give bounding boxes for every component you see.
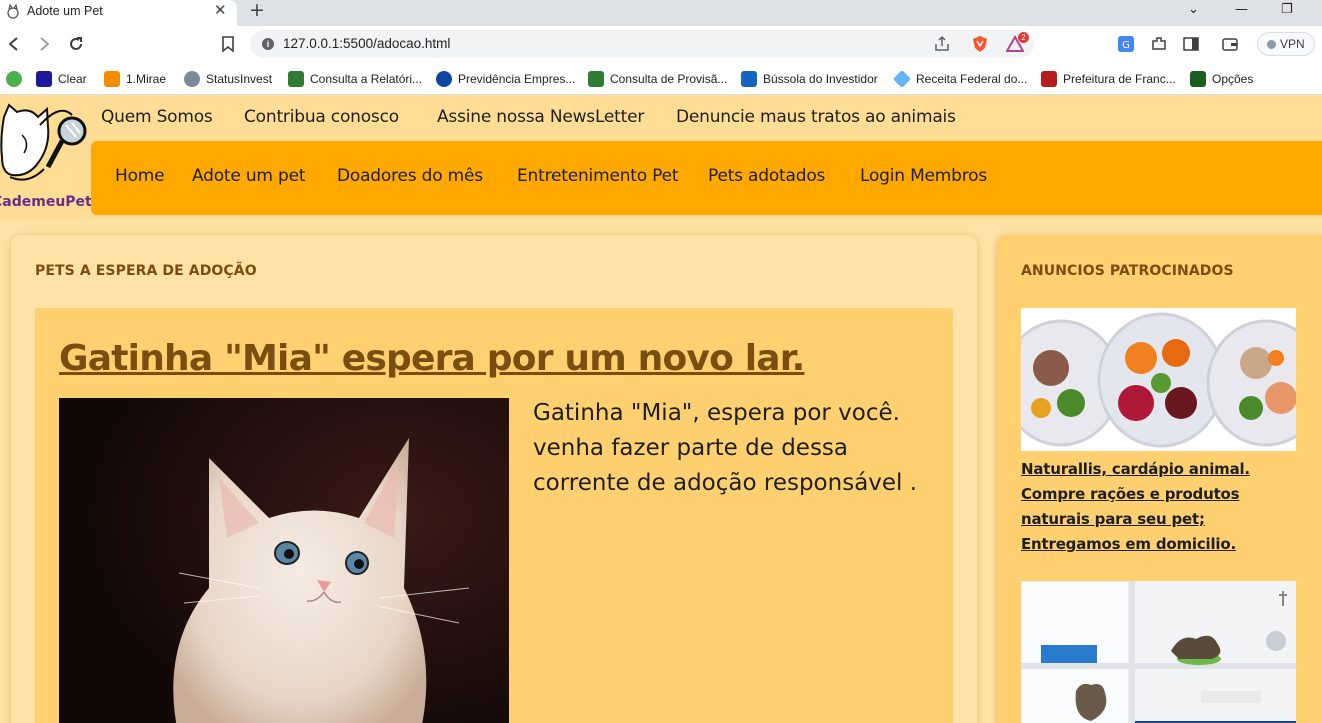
bookmark-label: Receita Federal do...: [916, 72, 1028, 86]
cat-detective-logo-icon: [0, 103, 87, 181]
v-green-icon: [6, 71, 22, 87]
bookmark-item[interactable]: Previdência Empres...: [436, 70, 575, 88]
browser-tab-bar: Adote um Pet ✕ + ⌄ — ❐: [0, 0, 1322, 26]
site-logo[interactable]: CademeuPet: [0, 95, 92, 219]
new-tab-button[interactable]: +: [249, 0, 265, 21]
nav-login[interactable]: Login Membros: [860, 166, 987, 186]
bookmark-label: Prefeitura de Franc...: [1063, 72, 1176, 86]
forward-icon[interactable]: [34, 34, 54, 54]
pet-favicon-icon: [7, 4, 19, 19]
b-icon: [741, 71, 757, 87]
minimize-button[interactable]: —: [1235, 2, 1248, 17]
site-info-icon[interactable]: i: [262, 38, 274, 50]
post-description: Gatinha "Mia", espera por você. venha fa…: [533, 400, 918, 496]
reload-icon[interactable]: [66, 34, 86, 54]
nav-denuncie[interactable]: Denuncie maus tratos ao animais: [676, 107, 956, 127]
clear-icon: [36, 71, 52, 87]
nav-entretenimento[interactable]: Entretenimento Pet: [517, 166, 679, 186]
kitten-image-icon: [59, 398, 509, 723]
diamond-icon: [892, 69, 912, 89]
nav-adote[interactable]: Adote um pet: [192, 166, 306, 186]
rewards-badge: 2: [1018, 32, 1029, 43]
nav-quem-somos[interactable]: Quem Somos: [101, 107, 213, 127]
bookmark-item[interactable]: 1.Mirae: [104, 70, 166, 88]
browser-tab[interactable]: Adote um Pet ✕: [0, 0, 237, 26]
adoption-section: PETS A ESPERA DE ADOÇÃO Gatinha "Mia" es…: [11, 235, 977, 723]
gov-icon: [588, 71, 604, 87]
bookmark-label: 1.Mirae: [126, 72, 167, 86]
kitten-photo: [59, 398, 509, 723]
cat-house-ad-image[interactable]: [1021, 581, 1296, 723]
logo-text: CademeuPet: [0, 194, 92, 210]
extensions-icon[interactable]: [1150, 35, 1168, 53]
gov-icon: [288, 71, 304, 87]
nav-contribua[interactable]: Contribua conosco: [244, 107, 399, 127]
bookmark-item[interactable]: Prefeitura de Franc...: [1041, 70, 1176, 88]
bookmark-label: Consulta de Provisã...: [610, 72, 728, 86]
bookmark-item[interactable]: Consulta de Provisã...: [588, 70, 727, 88]
nav-doadores[interactable]: Doadores do mês: [337, 166, 483, 186]
close-tab-icon[interactable]: ✕: [214, 1, 227, 19]
section-title: PETS A ESPERA DE ADOÇÃO: [35, 263, 257, 279]
bookmark-label: StatusInvest: [206, 72, 273, 86]
sidebar-icon[interactable]: [1182, 35, 1200, 53]
crest-icon: [1041, 71, 1057, 87]
adoption-post: Gatinha "Mia" espera por um novo lar. Ga…: [35, 308, 953, 723]
restore-button[interactable]: ❐: [1281, 2, 1293, 17]
pet-food-ad-image[interactable]: [1021, 308, 1296, 451]
bookmark-label: Clear: [58, 72, 87, 86]
statusinvest-icon: [184, 71, 200, 87]
tab-title: Adote um Pet: [27, 4, 103, 18]
site-header: CademeuPet Quem Somos Contribua conosco …: [0, 95, 1322, 219]
bookmarks-bar: Clear 1.Mirae StatusInvest Consulta a Re…: [0, 63, 1322, 95]
chart-icon: [1190, 71, 1206, 87]
bookmark-item[interactable]: Opções: [1190, 70, 1253, 88]
address-bar[interactable]: i 127.0.0.1:5500/adocao.html 2: [250, 30, 1034, 58]
bookmark-label: Opções: [1212, 72, 1254, 86]
vpn-status-icon: [1267, 40, 1276, 49]
nav-newsletter[interactable]: Assine nossa NewsLetter: [437, 107, 644, 127]
circle-icon: [436, 71, 452, 87]
bookmark-label: Bússola do Investidor: [763, 72, 878, 86]
bookmark-label: Consulta a Relatóri...: [310, 72, 423, 86]
vpn-button[interactable]: VPN: [1257, 32, 1315, 56]
brave-shield-icon[interactable]: [971, 35, 989, 53]
nav-home[interactable]: Home: [115, 166, 165, 186]
bookmark-item[interactable]: Clear: [36, 70, 87, 88]
sponsored-ads-section: ANUNCIOS PATROCINADOS Naturallis, cardáp…: [997, 235, 1322, 723]
main-nav: Home Adote um pet Doadores do mês Entret…: [91, 141, 1322, 215]
bookmark-item[interactable]: Receita Federal do...: [892, 69, 1028, 89]
bookmark-page-icon[interactable]: [219, 35, 237, 53]
sidebar-title: ANUNCIOS PATROCINADOS: [1021, 263, 1234, 279]
bookmark-item[interactable]: StatusInvest: [184, 70, 272, 88]
bookmark-item[interactable]: Bússola do Investidor: [741, 70, 878, 88]
pet-food-bowls-icon: [1021, 308, 1296, 451]
translate-icon[interactable]: G: [1117, 35, 1135, 53]
post-title-link[interactable]: Gatinha "Mia" espera por um novo lar.: [59, 338, 805, 379]
cat-furniture-icon: [1021, 581, 1296, 723]
mirae-icon: [104, 71, 120, 87]
bookmark-item[interactable]: Consulta a Relatóri...: [288, 70, 422, 88]
bookmark-label: Previdência Empres...: [458, 72, 576, 86]
vpn-label: VPN: [1280, 37, 1305, 51]
pet-food-ad-link[interactable]: Naturallis, cardápio animal. Compre raçõ…: [1021, 457, 1301, 557]
svg-text:G: G: [1122, 40, 1130, 51]
url-text[interactable]: 127.0.0.1:5500/adocao.html: [283, 36, 450, 51]
back-icon[interactable]: [4, 34, 24, 54]
wallet-icon[interactable]: [1221, 35, 1239, 53]
nav-pets-adotados[interactable]: Pets adotados: [708, 166, 825, 186]
share-icon[interactable]: [933, 35, 951, 53]
bookmark-item[interactable]: [6, 70, 28, 88]
tab-search-icon[interactable]: ⌄: [1188, 2, 1199, 17]
